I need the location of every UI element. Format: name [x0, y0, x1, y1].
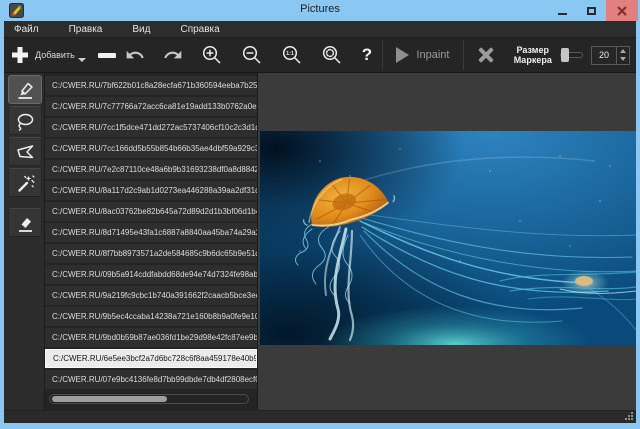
file-list-item[interactable]: C:/CWER.RU/7cc1f5dce471dd272ac5737406cf1…: [45, 118, 257, 137]
close-icon: [617, 6, 627, 16]
tool-polygon-lasso[interactable]: [8, 137, 42, 166]
menu-help[interactable]: Справка: [180, 24, 219, 35]
undo-button[interactable]: [125, 45, 145, 65]
maximize-button[interactable]: [577, 0, 606, 21]
svg-text:1:1: 1:1: [286, 51, 294, 57]
toolbar: Добавить: [4, 38, 636, 73]
maximize-icon: [587, 7, 596, 15]
file-list-item[interactable]: C:/CWER.RU/9b5ec4ccaba14238a721e160b8b9a…: [45, 307, 257, 326]
marker-size-spinner: 20: [591, 46, 630, 65]
file-list-item[interactable]: C:/CWER.RU/7cc166dd5b55b854b66b35ae4dbf5…: [45, 139, 257, 158]
polygon-lasso-icon: [14, 141, 36, 163]
file-list-item[interactable]: C:/CWER.RU/7e2c87110ce48a6b9b31693238df0…: [45, 160, 257, 179]
redo-button[interactable]: [163, 45, 183, 65]
zoom-fit-icon: [321, 44, 343, 66]
marker-size-value[interactable]: 20: [591, 46, 617, 65]
file-list-item[interactable]: C:/CWER.RU/07e9bc4136fe8d7bb99dbde7db4df…: [45, 370, 257, 389]
cancel-icon: [476, 46, 494, 64]
zoom-actual-button[interactable]: 1:1: [281, 44, 303, 66]
menu-file[interactable]: Файл: [14, 24, 39, 35]
add-button[interactable]: Добавить: [10, 45, 86, 65]
minimize-icon: [558, 13, 567, 15]
spinner-up-button[interactable]: [617, 47, 629, 56]
close-button[interactable]: [606, 0, 638, 21]
minimize-button[interactable]: [548, 0, 577, 21]
status-bar: [4, 410, 636, 423]
zoom-out-button[interactable]: [241, 44, 263, 66]
marker-size-label: Размер Маркера: [514, 45, 552, 65]
zoom-fit-button[interactable]: [321, 44, 343, 66]
help-button[interactable]: ?: [362, 45, 372, 65]
file-list-item[interactable]: C:/CWER.RU/8f7bb8973571a2de584685c9b6dc6…: [45, 244, 257, 263]
title-bar[interactable]: Pictures: [0, 0, 640, 21]
redo-icon: [163, 45, 183, 65]
slider-thumb[interactable]: [561, 48, 569, 62]
eraser-icon: [14, 212, 36, 234]
tool-marker[interactable]: [8, 75, 42, 104]
help-icon: ?: [362, 45, 372, 65]
app-body: Файл Правка Вид Справка Добавить: [4, 21, 636, 423]
minus-icon: [98, 53, 116, 58]
file-list-panel: C:/CWER.RU/7bf622b01c8a28ecfa671b360594e…: [45, 73, 258, 410]
zoom-actual-icon: 1:1: [281, 44, 303, 66]
file-list-item[interactable]: C:/CWER.RU/8d71495e43fa1c6887a8840aa45ba…: [45, 223, 257, 242]
app-window: Pictures Файл Правка Вид Справка: [0, 0, 640, 429]
tool-eraser[interactable]: [8, 208, 42, 237]
inpaint-label: Inpaint: [416, 49, 449, 61]
zoom-in-icon: [201, 44, 223, 66]
zoom-out-icon: [241, 44, 263, 66]
chevron-down-icon: [78, 58, 86, 62]
marker-size-slider[interactable]: [560, 48, 583, 62]
menu-view[interactable]: Вид: [132, 24, 150, 35]
menu-bar: Файл Правка Вид Справка: [4, 21, 636, 38]
play-icon: [396, 47, 409, 63]
plus-icon: [10, 45, 30, 65]
menu-edit[interactable]: Правка: [69, 24, 103, 35]
magic-wand-icon: [14, 172, 36, 194]
horizontal-scrollbar[interactable]: [49, 394, 249, 404]
file-list-item[interactable]: C:/CWER.RU/7c77766a72acc6ca81e19add133b0…: [45, 97, 257, 116]
spinner-down-button[interactable]: [617, 55, 629, 64]
add-button-label: Добавить: [35, 50, 75, 60]
zoom-in-button[interactable]: [201, 44, 223, 66]
resize-grip-icon[interactable]: [625, 412, 634, 421]
inpaint-button[interactable]: Inpaint: [388, 47, 457, 63]
remove-button[interactable]: [98, 53, 116, 58]
file-list-item[interactable]: C:/CWER.RU/9bd0b59b87ae036fd1be29d98e42f…: [45, 328, 257, 347]
tools-sidebar: [4, 73, 45, 410]
tool-magic-wand[interactable]: [8, 168, 42, 197]
image-canvas[interactable]: [258, 73, 636, 410]
file-list-item[interactable]: C:/CWER.RU/8a117d2c9ab1d0273ea446288a39a…: [45, 181, 257, 200]
file-list-item[interactable]: C:/CWER.RU/8ac03762be82b645a72d89d2d1b3b…: [45, 202, 257, 221]
undo-icon: [125, 45, 145, 65]
marker-icon: [14, 79, 36, 101]
lasso-icon: [14, 110, 36, 132]
photo-jellyfish[interactable]: [260, 131, 636, 345]
file-list-item[interactable]: C:/CWER.RU/9a219fc9cbc1b740a391662f2caac…: [45, 286, 257, 305]
cancel-button[interactable]: [476, 46, 494, 64]
file-list-item-selected[interactable]: C:/CWER.RU/6e5ee3bcf2a7d6bc728c6f8aa4591…: [45, 349, 257, 368]
window-title: Pictures: [0, 3, 640, 15]
tool-lasso[interactable]: [8, 106, 42, 135]
file-list-item[interactable]: C:/CWER.RU/7bf622b01c8a28ecfa671b360594e…: [45, 76, 257, 95]
scrollbar-thumb[interactable]: [52, 396, 167, 402]
file-list-item[interactable]: C:/CWER.RU/09b5a914cddfabdd68de94e74d732…: [45, 265, 257, 284]
